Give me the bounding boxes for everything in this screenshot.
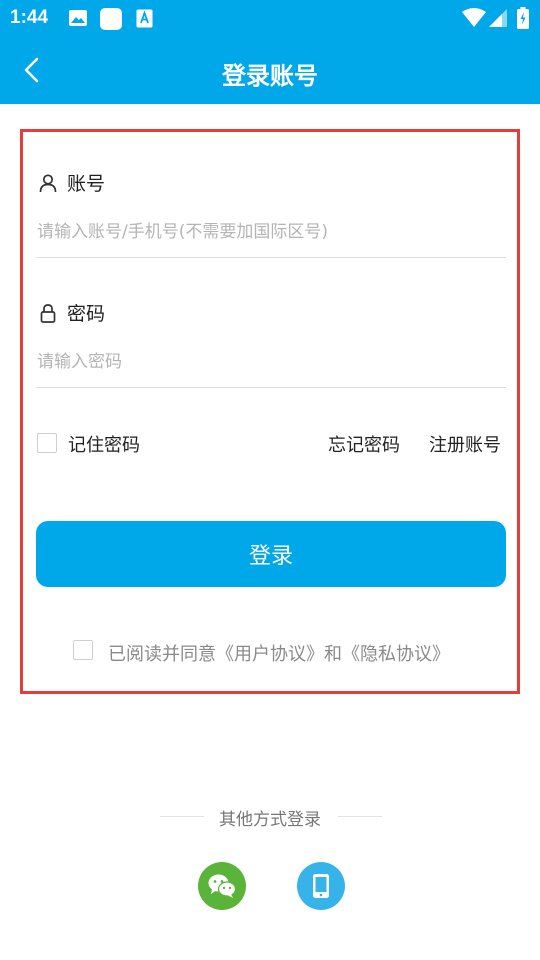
text-a-icon <box>136 9 153 32</box>
password-input[interactable] <box>36 344 506 388</box>
lock-icon <box>38 303 58 323</box>
user-icon <box>38 173 58 193</box>
app-square-icon <box>99 7 123 35</box>
login-button[interactable]: 登录 <box>36 521 506 587</box>
phone-icon <box>313 874 329 898</box>
agreement-text[interactable]: 已阅读并同意《用户协议》和《隐私协议》 <box>108 640 450 666</box>
wechat-login-button[interactable] <box>198 862 246 910</box>
image-icon <box>68 9 88 31</box>
page-title: 登录账号 <box>222 62 318 90</box>
remember-password-label: 记住密码 <box>68 435 140 456</box>
wechat-icon <box>208 874 237 898</box>
forgot-password-link[interactable]: 忘记密码 <box>328 431 400 457</box>
app-bar: 登录账号 <box>0 37 540 104</box>
password-label: 密码 <box>38 299 105 326</box>
battery-icon <box>517 7 529 33</box>
agreement-checkbox[interactable] <box>73 640 93 660</box>
account-label-text: 账号 <box>67 173 106 195</box>
password-label-text: 密码 <box>67 303 106 325</box>
wifi-icon <box>462 8 486 32</box>
status-bar: 1:44 <box>0 0 540 37</box>
status-time: 1:44 <box>10 7 49 28</box>
other-login-title: 其他方式登录 <box>219 810 321 830</box>
account-label: 账号 <box>38 169 105 196</box>
signal-icon <box>488 8 508 32</box>
divider-right <box>338 816 382 817</box>
remember-password-checkbox[interactable] <box>37 433 57 453</box>
phone-login-button[interactable] <box>297 862 345 910</box>
account-input[interactable] <box>36 214 506 258</box>
register-account-link[interactable]: 注册账号 <box>429 431 501 457</box>
